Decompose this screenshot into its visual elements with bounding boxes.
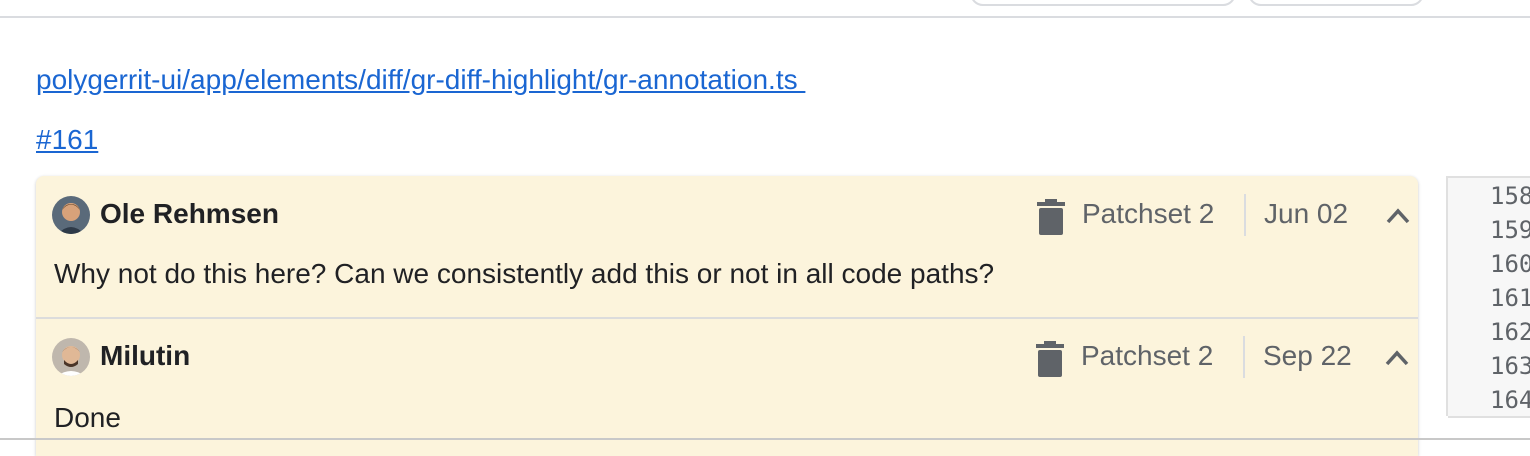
header-divider — [0, 16, 1530, 18]
line-number: 162 — [1490, 318, 1530, 346]
line-number: 160 — [1490, 250, 1530, 278]
code-panel-divider — [1448, 416, 1530, 418]
comment: Milutin Patchset 2 Sep 22 Done — [36, 319, 1418, 456]
avatar — [52, 196, 90, 234]
header-button-1[interactable] — [970, 0, 1236, 6]
line-number: 158 — [1490, 182, 1530, 210]
patchset-label[interactable]: Patchset 2 — [1082, 198, 1214, 230]
comment-date[interactable]: Jun 02 — [1264, 198, 1348, 230]
page-bottom-divider — [0, 438, 1530, 440]
comment-date[interactable]: Sep 22 — [1263, 340, 1352, 372]
comment-header-meta: Patchset 2 Sep 22 — [1035, 336, 1418, 380]
line-number-link[interactable]: #161 — [36, 124, 98, 156]
comment-thread: Ole Rehmsen Patchset 2 Jun 02 Why not do… — [36, 176, 1418, 456]
comment-author: Milutin — [100, 340, 191, 371]
chevron-up-icon[interactable] — [1383, 346, 1411, 368]
header-button-2[interactable] — [1248, 0, 1424, 6]
comment-message: Done — [54, 402, 121, 433]
line-number: 161 — [1490, 284, 1530, 312]
line-number: 164 — [1490, 386, 1530, 414]
patchset-label[interactable]: Patchset 2 — [1081, 340, 1213, 372]
comment-message: Why not do this here? Can we consistentl… — [54, 258, 995, 289]
trash-icon[interactable] — [1036, 199, 1066, 235]
comment-author: Ole Rehmsen — [100, 198, 279, 229]
meta-divider — [1243, 336, 1245, 378]
trash-icon[interactable] — [1035, 341, 1065, 377]
line-number: 163 — [1490, 352, 1530, 380]
line-number: 159 — [1490, 216, 1530, 244]
chevron-up-icon[interactable] — [1384, 204, 1412, 226]
meta-divider — [1244, 194, 1246, 236]
code-context-panel: 158 159 160 161 162 163 164 — [1446, 176, 1530, 418]
avatar — [52, 338, 90, 376]
comment-header-meta: Patchset 2 Jun 02 — [1036, 194, 1418, 238]
file-path-link[interactable]: polygerrit-ui/app/elements/diff/gr-diff-… — [36, 64, 805, 96]
comment: Ole Rehmsen Patchset 2 Jun 02 Why not do… — [36, 176, 1418, 319]
